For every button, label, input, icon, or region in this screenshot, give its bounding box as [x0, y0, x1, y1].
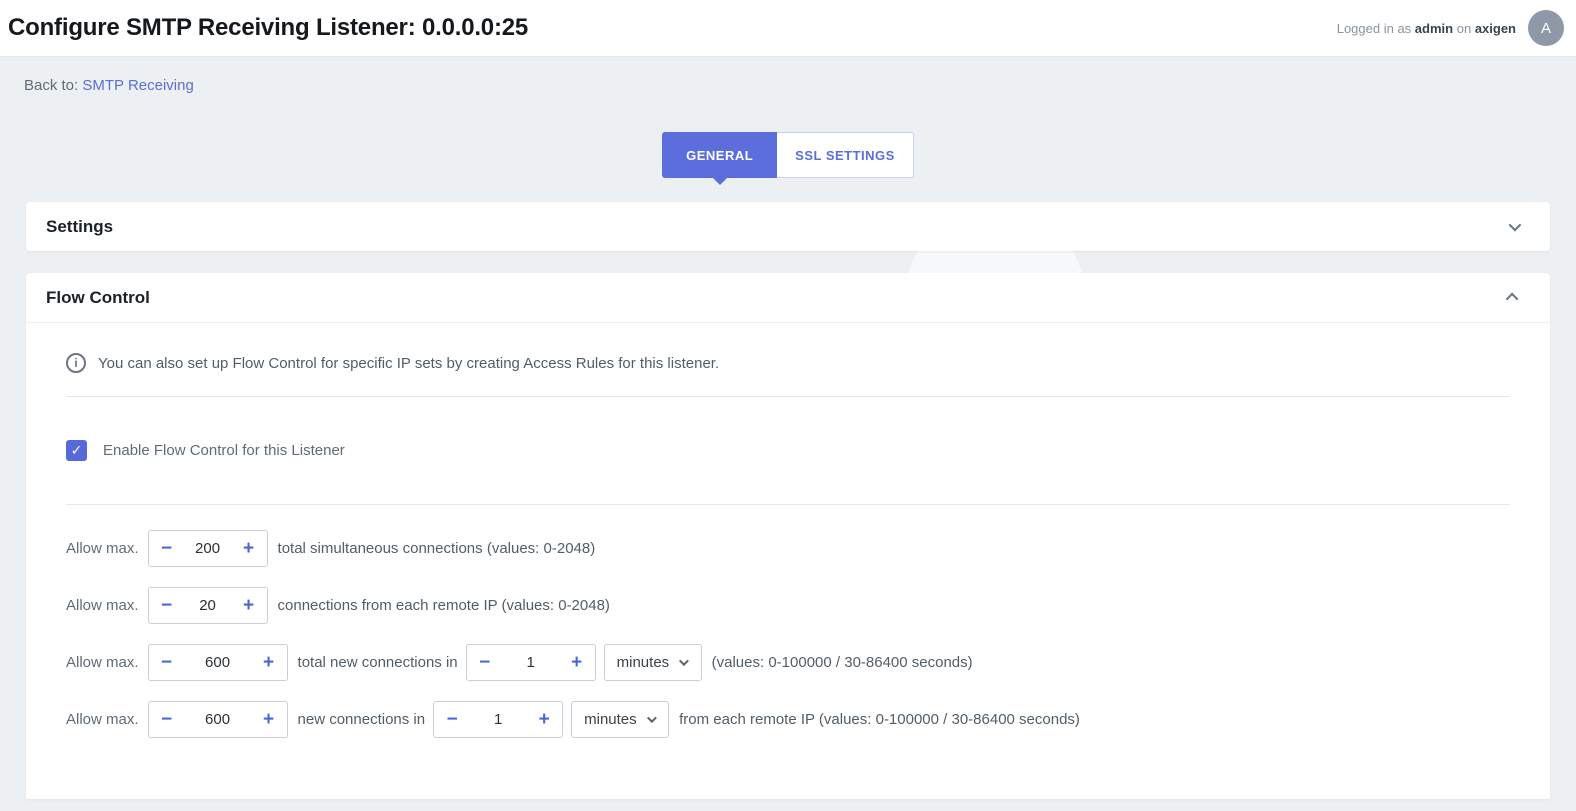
- decrement-button[interactable]: −: [444, 710, 460, 729]
- enable-flow-control-row: ✓ Enable Flow Control for this Listener: [66, 440, 1510, 461]
- breadcrumb-label: Back to:: [24, 77, 78, 94]
- settings-panel-title: Settings: [46, 217, 113, 237]
- per-ip-new-connections-value-input[interactable]: [189, 711, 247, 728]
- header-right: Logged in as admin on axigen A: [1337, 10, 1564, 46]
- row-middle-text: new connections in: [298, 711, 426, 728]
- server-name: axigen: [1475, 21, 1516, 36]
- app-header: Configure SMTP Receiving Listener: 0.0.0…: [0, 0, 1576, 57]
- decrement-button[interactable]: −: [159, 653, 175, 672]
- allow-max-label: Allow max.: [66, 654, 139, 671]
- decrement-button[interactable]: −: [159, 539, 175, 558]
- info-icon: i: [66, 353, 86, 373]
- allow-max-label: Allow max.: [66, 711, 139, 728]
- decrement-button[interactable]: −: [477, 653, 493, 672]
- flow-row-per-ip-new-connections: Allow max. − + new connections in − + mi…: [66, 701, 1510, 738]
- row-description: connections from each remote IP (values:…: [278, 597, 610, 614]
- username: admin: [1415, 21, 1453, 36]
- login-status: Logged in as admin on axigen: [1337, 21, 1516, 36]
- back-link-smtp-receiving[interactable]: SMTP Receiving: [82, 77, 193, 94]
- interval-stepper: − +: [433, 701, 563, 738]
- tab-ssl-settings[interactable]: SSL SETTINGS: [777, 132, 914, 178]
- row-middle-text: total new connections in: [298, 654, 458, 671]
- decrement-button[interactable]: −: [159, 596, 175, 615]
- unit-select-value: minutes: [584, 711, 637, 728]
- logged-in-connector: on: [1457, 21, 1471, 36]
- increment-button[interactable]: +: [261, 653, 277, 672]
- flow-row-total-simultaneous: Allow max. − + total simultaneous connec…: [66, 530, 1510, 567]
- info-row: i You can also set up Flow Control for s…: [66, 353, 1510, 373]
- total-connections-stepper: − +: [148, 530, 268, 567]
- active-tab-pointer: [712, 177, 728, 185]
- content-area: Back to: SMTP Receiving GENERAL SSL SETT…: [0, 57, 1576, 811]
- row-description: from each remote IP (values: 0-100000 / …: [679, 711, 1080, 728]
- chevron-up-icon[interactable]: [1506, 293, 1519, 306]
- decrement-button[interactable]: −: [159, 710, 175, 729]
- per-ip-connections-value-input[interactable]: [179, 597, 237, 614]
- divider: [66, 396, 1510, 397]
- unit-select[interactable]: minutes: [571, 701, 669, 738]
- flow-control-panel-header[interactable]: Flow Control: [26, 273, 1550, 323]
- page-title: Configure SMTP Receiving Listener: 0.0.0…: [8, 14, 528, 42]
- unit-select[interactable]: minutes: [604, 644, 702, 681]
- total-connections-value-input[interactable]: [179, 540, 237, 557]
- tab-general-label: GENERAL: [686, 148, 753, 163]
- increment-button[interactable]: +: [261, 710, 277, 729]
- flow-control-rows: Allow max. − + total simultaneous connec…: [66, 530, 1510, 738]
- increment-button[interactable]: +: [569, 653, 585, 672]
- row-description: total simultaneous connections (values: …: [278, 540, 596, 557]
- settings-panel: Settings: [26, 202, 1550, 251]
- enable-flow-control-label: Enable Flow Control for this Listener: [103, 442, 345, 459]
- interval-stepper: − +: [466, 644, 596, 681]
- chevron-down-icon[interactable]: [1509, 219, 1522, 232]
- total-new-connections-value-input[interactable]: [189, 654, 247, 671]
- per-ip-new-connections-stepper: − +: [148, 701, 288, 738]
- flow-row-total-new-connections: Allow max. − + total new connections in …: [66, 644, 1510, 681]
- flow-control-panel-body: i You can also set up Flow Control for s…: [26, 323, 1550, 738]
- flow-control-panel: Flow Control i You can also set up Flow …: [26, 273, 1550, 799]
- info-text: You can also set up Flow Control for spe…: [98, 355, 719, 372]
- logged-in-prefix: Logged in as: [1337, 21, 1411, 36]
- interval-value-input[interactable]: [502, 654, 560, 671]
- divider: [66, 504, 1510, 505]
- allow-max-label: Allow max.: [66, 540, 139, 557]
- per-ip-connections-stepper: − +: [148, 587, 268, 624]
- settings-panel-header[interactable]: Settings: [26, 202, 1550, 251]
- allow-max-label: Allow max.: [66, 597, 139, 614]
- increment-button[interactable]: +: [241, 539, 257, 558]
- flow-row-per-ip-connections: Allow max. − + connections from each rem…: [66, 587, 1510, 624]
- interval-value-input[interactable]: [469, 711, 527, 728]
- row-description: (values: 0-100000 / 30-86400 seconds): [712, 654, 973, 671]
- avatar[interactable]: A: [1528, 10, 1564, 46]
- increment-button[interactable]: +: [536, 710, 552, 729]
- tab-bar: GENERAL SSL SETTINGS: [0, 132, 1576, 178]
- tab-ssl-settings-label: SSL SETTINGS: [795, 148, 895, 163]
- breadcrumb: Back to: SMTP Receiving: [0, 57, 1576, 94]
- flow-control-panel-title: Flow Control: [46, 288, 150, 308]
- increment-button[interactable]: +: [241, 596, 257, 615]
- tab-general[interactable]: GENERAL: [662, 132, 777, 178]
- unit-select-value: minutes: [617, 654, 670, 671]
- chevron-down-icon: [647, 713, 657, 723]
- chevron-down-icon: [679, 656, 689, 666]
- total-new-connections-stepper: − +: [148, 644, 288, 681]
- enable-flow-control-checkbox[interactable]: ✓: [66, 440, 87, 461]
